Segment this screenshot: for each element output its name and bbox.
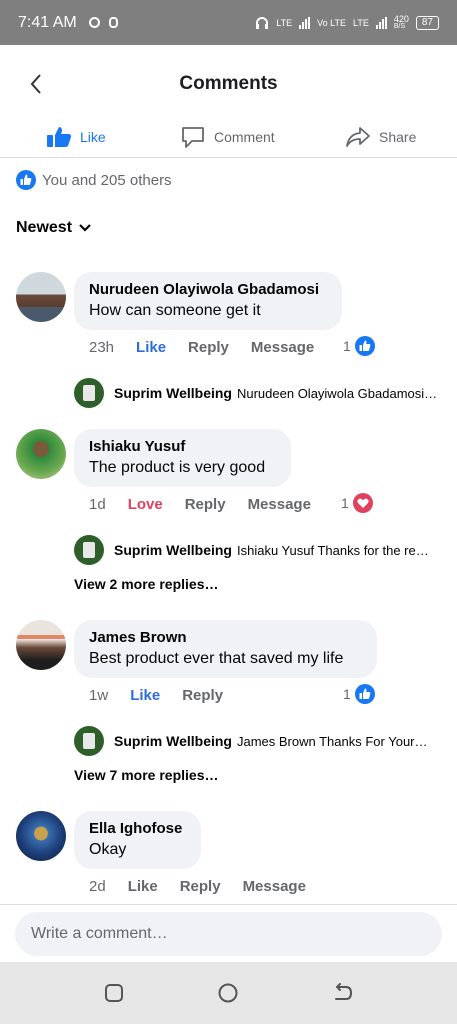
comment-text: Best product ever that saved my life <box>89 650 344 667</box>
battery-icon: 87 <box>415 15 439 30</box>
like-reaction-icon <box>354 336 375 356</box>
comment-bubble[interactable]: Nurudeen Olayiwola Gbadamosi How can som… <box>74 272 342 330</box>
comment-label: Comment <box>214 128 275 145</box>
system-nav-bar <box>0 962 457 1024</box>
status-time: 7:41 AM <box>18 13 77 31</box>
comment-time: 1d <box>89 496 106 513</box>
comment-author[interactable]: James Brown <box>89 629 362 646</box>
comment-reply-button[interactable]: Reply <box>182 687 223 704</box>
reply-preview[interactable]: Suprim Wellbeing Nurudeen Olayiwola Gbad… <box>74 378 442 408</box>
comment-reaction-count[interactable]: 1 <box>343 684 375 704</box>
comment-message-button[interactable]: Message <box>251 339 314 356</box>
comment-author[interactable]: Nurudeen Olayiwola Gbadamosi <box>89 281 327 298</box>
comment-input[interactable]: Write a comment… <box>15 912 442 956</box>
network-label-3: LTE <box>353 17 369 28</box>
view-more-replies-link[interactable]: View 2 more replies… <box>74 576 218 592</box>
like-button[interactable]: Like <box>46 126 106 148</box>
signal-bars-icon-2 <box>375 16 387 29</box>
thumbs-up-icon <box>47 126 71 147</box>
avatar[interactable] <box>16 272 66 322</box>
recent-apps-icon[interactable] <box>104 983 124 1003</box>
comment-like-button[interactable]: Like <box>136 339 166 356</box>
comment-reaction-count[interactable]: 1 <box>343 336 375 356</box>
avatar[interactable] <box>16 620 66 670</box>
avatar[interactable] <box>16 811 66 861</box>
comment-bubble-icon <box>182 126 204 148</box>
comment-author[interactable]: Ishiaku Yusuf <box>89 438 276 455</box>
comment-text: How can someone get it <box>89 302 261 319</box>
comment-time: 1w <box>89 687 109 704</box>
avatar <box>74 378 104 408</box>
signal-bars-icon <box>299 16 311 29</box>
comment-meta: 2d Like Reply Message <box>89 878 328 895</box>
comment-love-button[interactable]: Love <box>128 496 163 513</box>
comment-author[interactable]: Ella Ighofose <box>89 820 186 837</box>
page-header: Comments <box>0 45 457 123</box>
status-bar: 7:41 AM LTE Vo LTE LTE 420 B/S 87 <box>0 0 457 45</box>
comment-time: 23h <box>89 339 115 356</box>
share-button[interactable]: Share <box>345 126 416 148</box>
status-opera-icon <box>108 17 118 28</box>
view-more-replies-link[interactable]: View 7 more replies… <box>74 767 218 783</box>
like-label: Like <box>80 128 106 145</box>
reply-text: James Brown Thanks For Your… <box>236 733 428 749</box>
network-label-2: Vo LTE <box>317 17 346 28</box>
page-title: Comments <box>179 73 278 94</box>
chevron-down-icon <box>79 224 91 232</box>
reply-text: Nurudeen Olayiwola Gbadamosi <box>236 385 425 401</box>
comment-bubble[interactable]: Ishiaku Yusuf The product is very good <box>74 429 291 487</box>
reaction-summary[interactable]: You and 205 others <box>16 170 172 190</box>
back-arrow-icon[interactable] <box>26 71 48 97</box>
reply-text: Ishiaku Yusuf Thanks for the re… <box>236 542 429 558</box>
net-speed: 420 B/S <box>393 13 409 30</box>
share-arrow-icon <box>346 126 370 147</box>
comment-button[interactable]: Comment <box>180 125 275 149</box>
comment-like-button[interactable]: Like <box>128 878 158 895</box>
reply-preview[interactable]: Suprim Wellbeing Ishiaku Yusuf Thanks fo… <box>74 535 442 565</box>
comment-bubble[interactable]: James Brown Best product ever that saved… <box>74 620 377 678</box>
status-circle-icon <box>88 17 100 28</box>
reply-author: Suprim Wellbeing <box>114 733 232 749</box>
reply-author: Suprim Wellbeing <box>114 385 232 401</box>
comment-text: The product is very good <box>89 459 266 476</box>
reaction-summary-text: You and 205 others <box>42 171 172 189</box>
reply-preview[interactable]: Suprim Wellbeing James Brown Thanks For … <box>74 726 442 756</box>
comment-meta: 1d Love Reply Message <box>89 496 333 513</box>
comment-reply-button[interactable]: Reply <box>180 878 221 895</box>
home-icon[interactable] <box>218 983 238 1003</box>
like-reaction-icon <box>354 684 375 704</box>
heart-reaction-icon <box>352 493 373 513</box>
post-action-bar: Like Comment Share <box>0 116 457 158</box>
network-label-1: LTE <box>276 17 293 28</box>
comment-message-button[interactable]: Message <box>243 878 306 895</box>
comment-like-button[interactable]: Like <box>130 687 160 704</box>
avatar[interactable] <box>16 429 66 479</box>
comment-composer: Write a comment… <box>0 904 457 962</box>
back-icon[interactable] <box>332 983 354 1003</box>
share-label: Share <box>379 128 417 145</box>
comment-reply-button[interactable]: Reply <box>185 496 226 513</box>
sort-dropdown[interactable]: Newest <box>16 219 92 237</box>
comment-message-button[interactable]: Message <box>248 496 311 513</box>
comment-meta: 23h Like Reply Message <box>89 339 336 356</box>
sort-label: Newest <box>16 219 73 236</box>
comment-time: 2d <box>89 878 106 895</box>
headphones-icon <box>256 16 269 29</box>
avatar <box>74 535 104 565</box>
reply-author: Suprim Wellbeing <box>114 542 232 558</box>
like-reaction-icon <box>16 170 36 190</box>
comment-bubble[interactable]: Ella Ighofose Okay <box>74 811 201 869</box>
avatar <box>74 726 104 756</box>
comment-meta: 1w Like Reply <box>89 687 245 704</box>
comment-reply-button[interactable]: Reply <box>188 339 229 356</box>
comment-reaction-count[interactable]: 1 <box>341 493 373 513</box>
comment-text: Okay <box>89 841 127 858</box>
